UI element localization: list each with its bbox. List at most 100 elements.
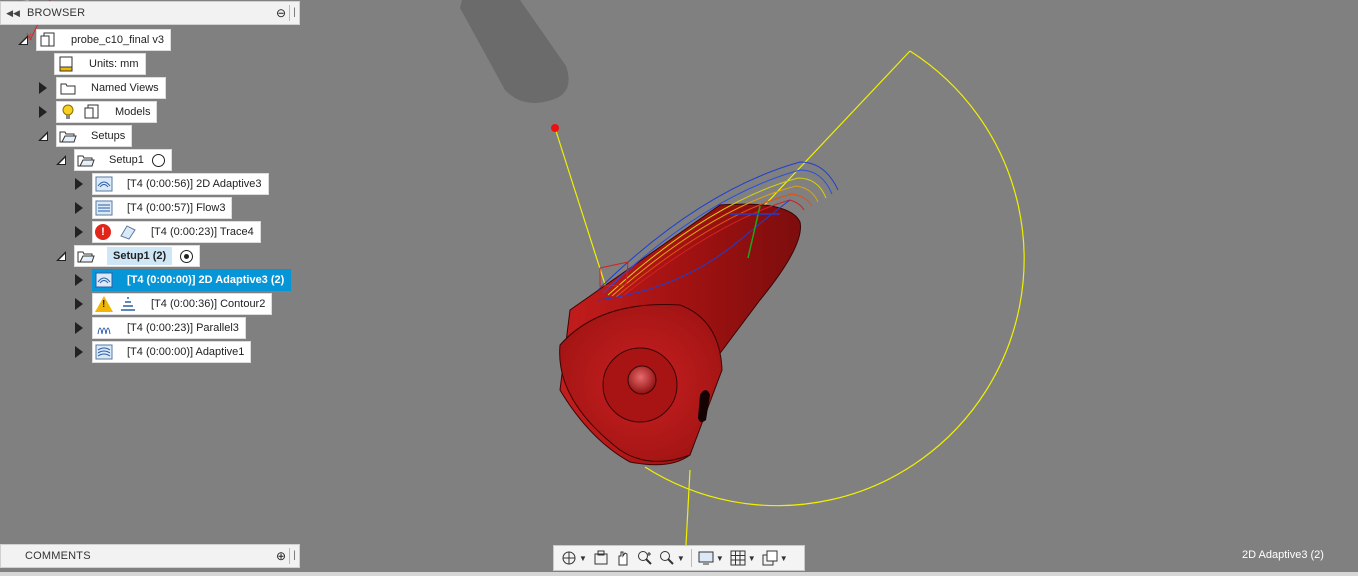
- activate-setup2-radio[interactable]: [180, 249, 194, 263]
- parallel-icon: [95, 319, 113, 337]
- expand-models-toggle[interactable]: [36, 105, 50, 119]
- collapse-setups-toggle[interactable]: [36, 129, 50, 143]
- flow-icon: [95, 199, 113, 217]
- toolpath-line-a: [759, 50, 911, 211]
- expand-operation-toggle[interactable]: [72, 321, 86, 335]
- operation-label: [T4 (0:00:23)] Parallel3: [127, 322, 239, 334]
- contour-icon: [119, 295, 137, 313]
- tool-holder-shape: [460, 0, 569, 103]
- expand-operation-toggle[interactable]: [72, 297, 86, 311]
- tree-row-setups: Setups: [36, 125, 133, 147]
- operation-node[interactable]: ! [T4 (0:00:23)] Trace4: [92, 221, 261, 243]
- minus-circle-icon[interactable]: ⊖: [273, 6, 289, 20]
- active-operation-status: 2D Adaptive3 (2): [1242, 549, 1324, 561]
- look-at-icon[interactable]: [590, 547, 612, 569]
- operation-label: [T4 (0:00:56)] 2D Adaptive3: [127, 178, 262, 190]
- setup1-label: Setup1: [109, 154, 144, 166]
- viewports-icon[interactable]: ▼: [759, 547, 791, 569]
- operation-label: [T4 (0:00:36)] Contour2: [151, 298, 266, 310]
- expand-operation-toggle[interactable]: [72, 225, 86, 239]
- operation-label: [T4 (0:00:23)] Trace4: [151, 226, 254, 238]
- component-icon: [83, 103, 101, 121]
- component-icon: [39, 31, 57, 49]
- setup2-node[interactable]: Setup1 (2): [74, 245, 201, 267]
- units-node[interactable]: Units: mm: [54, 53, 146, 75]
- operation-node[interactable]: [T4 (0:00:00)] Adaptive1: [92, 341, 252, 363]
- operation-node-selected[interactable]: [T4 (0:00:00)] 2D Adaptive3 (2): [92, 269, 292, 291]
- expand-operation-toggle[interactable]: [72, 177, 86, 191]
- tree-row-named-views: Named Views: [36, 77, 166, 99]
- orbit-icon[interactable]: ▼: [558, 547, 590, 569]
- trace-icon: [119, 223, 137, 241]
- tree-row-document: probe_c10_final v3: [16, 29, 171, 51]
- activate-setup1-radio[interactable]: [151, 153, 165, 167]
- collapse-panel-icon[interactable]: ◀◀: [3, 8, 23, 19]
- pin-icon[interactable]: |: [289, 5, 299, 21]
- pan-icon[interactable]: [612, 547, 634, 569]
- display-settings-icon[interactable]: ▼: [695, 547, 727, 569]
- navigation-toolbar: ▼ ▼ ▼ ▼ ▼: [553, 545, 805, 571]
- expand-operation-toggle[interactable]: [72, 273, 86, 287]
- tree-row-models: Models: [36, 101, 158, 123]
- setup2-label: Setup1 (2): [107, 247, 173, 265]
- tree-row-op: [T4 (0:00:00)] 2D Adaptive3 (2): [72, 269, 292, 291]
- models-node[interactable]: Models: [56, 101, 158, 123]
- operation-node[interactable]: [T4 (0:00:57)] Flow3: [92, 197, 233, 219]
- units-label: Units: mm: [89, 58, 139, 70]
- operation-label: [T4 (0:00:00)] Adaptive1: [127, 346, 245, 358]
- tree-row-op: [T4 (0:00:56)] 2D Adaptive3: [72, 173, 269, 195]
- lightbulb-icon[interactable]: [59, 103, 77, 121]
- comments-panel-header: COMMENTS ⊕ |: [0, 544, 300, 568]
- comments-title: COMMENTS: [25, 550, 91, 562]
- pin-icon[interactable]: |: [289, 548, 299, 564]
- tree-row-units: Units: mm: [54, 53, 146, 75]
- document-node[interactable]: probe_c10_final v3: [36, 29, 171, 51]
- setup-folder-icon: [77, 247, 95, 265]
- expand-named-views-toggle[interactable]: [36, 81, 50, 95]
- zoom-icon[interactable]: [634, 547, 656, 569]
- setup-folder-icon: [77, 151, 95, 169]
- browser-title: BROWSER: [27, 7, 86, 19]
- expand-operation-toggle[interactable]: [72, 201, 86, 215]
- add-comment-icon[interactable]: ⊕: [273, 549, 289, 563]
- models-label: Models: [115, 106, 151, 118]
- tree-row-op: [T4 (0:00:00)] Adaptive1: [72, 341, 252, 363]
- adaptive-2d-icon: [95, 175, 113, 193]
- expand-operation-toggle[interactable]: [72, 345, 86, 359]
- named-views-node[interactable]: Named Views: [56, 77, 166, 99]
- units-icon: [57, 55, 75, 73]
- collapse-document-toggle[interactable]: [16, 33, 30, 47]
- operation-label: [T4 (0:00:00)] 2D Adaptive3 (2): [127, 274, 285, 286]
- folder-icon: [59, 79, 77, 97]
- tree-row-setup2: Setup1 (2): [54, 245, 201, 267]
- tree-row-op: [T4 (0:00:23)] Parallel3: [72, 317, 246, 339]
- operation-node[interactable]: ! [T4 (0:00:36)] Contour2: [92, 293, 273, 315]
- toolpath-line-c: [685, 469, 691, 546]
- operation-node[interactable]: [T4 (0:00:56)] 2D Adaptive3: [92, 173, 269, 195]
- fit-icon[interactable]: ▼: [656, 547, 688, 569]
- tree-row-setup1: Setup1: [54, 149, 172, 171]
- setups-folder-icon: [59, 127, 77, 145]
- error-icon[interactable]: !: [95, 224, 111, 240]
- operation-label: [T4 (0:00:57)] Flow3: [127, 202, 226, 214]
- collapse-setup2-toggle[interactable]: [54, 249, 68, 263]
- setups-label: Setups: [91, 130, 126, 142]
- tool-start-point: [551, 124, 559, 132]
- named-views-label: Named Views: [91, 82, 159, 94]
- collapse-setup1-toggle[interactable]: [54, 153, 68, 167]
- document-name: probe_c10_final v3: [71, 34, 164, 46]
- adaptive-2d-icon: [95, 271, 113, 289]
- bottom-strip: [0, 572, 1358, 576]
- tree-row-op: ! [T4 (0:00:23)] Trace4: [72, 221, 261, 243]
- warning-icon[interactable]: !: [95, 296, 113, 312]
- grid-icon[interactable]: ▼: [727, 547, 759, 569]
- browser-panel-header: ◀◀ BROWSER ⊖ |: [0, 1, 300, 25]
- setup1-node[interactable]: Setup1: [74, 149, 172, 171]
- tree-row-op: ! [T4 (0:00:36)] Contour2: [72, 293, 273, 315]
- setups-node[interactable]: Setups: [56, 125, 133, 147]
- tree-row-op: [T4 (0:00:57)] Flow3: [72, 197, 233, 219]
- part-bore-hole: [627, 365, 657, 395]
- operation-node[interactable]: [T4 (0:00:23)] Parallel3: [92, 317, 246, 339]
- adaptive-icon: [95, 343, 113, 361]
- toolpath-line-b: [554, 127, 611, 301]
